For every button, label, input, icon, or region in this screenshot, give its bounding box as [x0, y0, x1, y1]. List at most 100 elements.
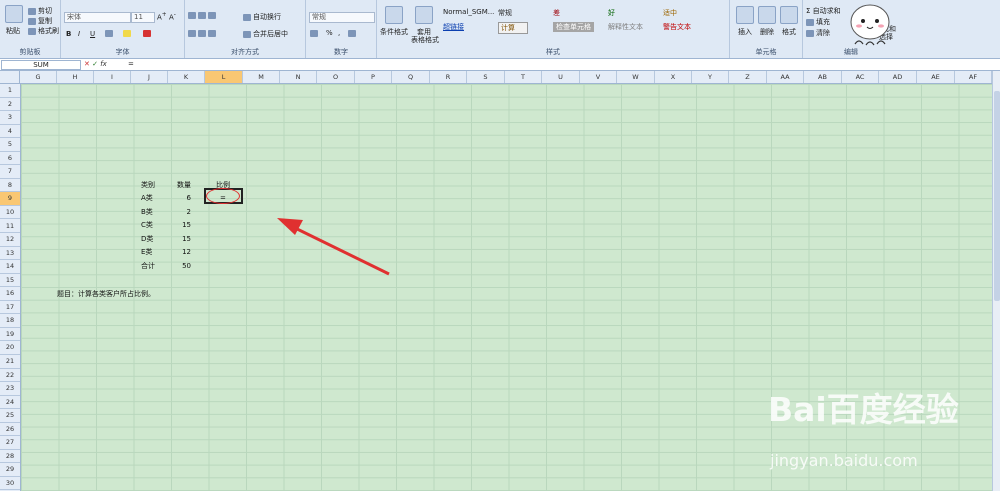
column-header-R[interactable]: R — [430, 71, 467, 83]
paste-icon[interactable] — [5, 5, 23, 23]
row-header-3[interactable]: 3 — [0, 111, 20, 125]
column-header-K[interactable]: K — [168, 71, 205, 83]
conditional-format-icon[interactable] — [385, 6, 403, 24]
formula-input[interactable]: = — [128, 59, 134, 70]
column-header-AC[interactable]: AC — [842, 71, 879, 83]
table-format-icon[interactable] — [415, 6, 433, 24]
column-header-G[interactable]: G — [20, 71, 57, 83]
row-header-19[interactable]: 19 — [0, 328, 20, 342]
font-color-button[interactable] — [143, 29, 153, 37]
merge-center-button[interactable]: 合并后居中 — [243, 29, 288, 39]
align-top-button[interactable] — [188, 11, 218, 19]
table-format-button-line2[interactable]: 表格格式 — [411, 35, 439, 45]
row-header-9[interactable]: 9 — [0, 192, 20, 206]
cell-style-option[interactable]: 差 — [553, 8, 560, 18]
cell-style-option[interactable]: 计算 — [498, 22, 528, 34]
format-button[interactable]: 格式 — [782, 27, 796, 37]
column-header-AF[interactable]: AF — [955, 71, 992, 83]
row-header-23[interactable]: 23 — [0, 382, 20, 396]
row-header-17[interactable]: 17 — [0, 301, 20, 315]
font-name-select[interactable]: 宋体 — [64, 12, 131, 23]
clear-button[interactable]: 清除 — [806, 28, 830, 38]
align-left-button[interactable] — [188, 29, 218, 37]
cell-style-option[interactable]: 警告文本 — [663, 22, 691, 32]
row-header-15[interactable]: 15 — [0, 274, 20, 288]
delete-button[interactable]: 删除 — [760, 27, 774, 37]
conditional-format-button[interactable]: 条件格式 — [380, 27, 408, 37]
column-header-L[interactable]: L — [205, 71, 243, 83]
scrollbar-thumb[interactable] — [994, 91, 1000, 301]
comma-button[interactable]: , — [338, 29, 340, 37]
column-header-AB[interactable]: AB — [804, 71, 842, 83]
row-header-7[interactable]: 7 — [0, 165, 20, 179]
row-header-2[interactable]: 2 — [0, 98, 20, 112]
font-size-select[interactable]: 11 — [131, 12, 155, 23]
column-header-Q[interactable]: Q — [392, 71, 430, 83]
row-header-5[interactable]: 5 — [0, 138, 20, 152]
row-header-11[interactable]: 11 — [0, 220, 20, 234]
row-header-6[interactable]: 6 — [0, 152, 20, 166]
row-header-28[interactable]: 28 — [0, 450, 20, 464]
column-header-AA[interactable]: AA — [767, 71, 804, 83]
cell-style-option[interactable]: 适中 — [663, 8, 677, 18]
insert-button[interactable]: 插入 — [738, 27, 752, 37]
cell-style-option[interactable]: 超链接 — [443, 22, 464, 32]
column-header-W[interactable]: W — [617, 71, 655, 83]
fill-color-button[interactable] — [123, 29, 133, 37]
cell-style-option[interactable]: 好 — [608, 8, 615, 18]
autosum-button[interactable]: Σ 自动求和 — [806, 6, 841, 16]
column-header-M[interactable]: M — [243, 71, 280, 83]
cut-button[interactable]: 剪切 — [28, 6, 52, 16]
delete-icon[interactable] — [758, 6, 776, 24]
number-format-select[interactable]: 常规 — [309, 12, 375, 23]
row-header-25[interactable]: 25 — [0, 409, 20, 423]
row-header-18[interactable]: 18 — [0, 314, 20, 328]
column-header-U[interactable]: U — [542, 71, 580, 83]
column-header-X[interactable]: X — [655, 71, 692, 83]
format-icon[interactable] — [780, 6, 798, 24]
percent-button[interactable]: % — [326, 29, 333, 37]
column-header-Y[interactable]: Y — [692, 71, 729, 83]
vertical-scrollbar[interactable] — [992, 71, 1000, 491]
column-header-I[interactable]: I — [94, 71, 131, 83]
row-header-13[interactable]: 13 — [0, 247, 20, 261]
row-header-14[interactable]: 14 — [0, 260, 20, 274]
border-button[interactable] — [105, 29, 115, 37]
column-header-O[interactable]: O — [317, 71, 355, 83]
row-header-27[interactable]: 27 — [0, 436, 20, 450]
cell-style-option[interactable]: 解释性文本 — [608, 22, 643, 32]
grow-font-button[interactable]: A+ — [157, 12, 167, 21]
name-box[interactable]: SUM — [1, 60, 81, 70]
copy-button[interactable]: 复制 — [28, 16, 52, 26]
insert-icon[interactable] — [736, 6, 754, 24]
cell-style-option[interactable]: 常规 — [498, 8, 512, 18]
column-header-P[interactable]: P — [355, 71, 392, 83]
column-header-J[interactable]: J — [131, 71, 168, 83]
row-header-8[interactable]: 8 — [0, 179, 20, 193]
column-header-T[interactable]: T — [505, 71, 542, 83]
row-header-26[interactable]: 26 — [0, 423, 20, 437]
wrap-text-button[interactable]: 自动换行 — [243, 12, 281, 22]
column-header-H[interactable]: H — [57, 71, 94, 83]
column-header-AD[interactable]: AD — [879, 71, 917, 83]
enter-icon[interactable]: ✓ — [92, 60, 98, 68]
row-header-21[interactable]: 21 — [0, 355, 20, 369]
row-header-20[interactable]: 20 — [0, 341, 20, 355]
cell-style-option[interactable]: Normal_SGM... — [443, 8, 494, 16]
decimal-button[interactable] — [348, 29, 358, 37]
italic-button[interactable]: I — [78, 30, 80, 38]
shrink-font-button[interactable]: A- — [169, 12, 176, 21]
row-header-16[interactable]: 16 — [0, 287, 20, 301]
row-header-1[interactable]: 1 — [0, 84, 20, 98]
column-header-N[interactable]: N — [280, 71, 317, 83]
row-header-10[interactable]: 10 — [0, 206, 20, 220]
underline-button[interactable]: U — [90, 30, 95, 38]
column-header-AE[interactable]: AE — [917, 71, 955, 83]
row-header-24[interactable]: 24 — [0, 396, 20, 410]
cancel-icon[interactable]: ✕ — [84, 60, 90, 68]
format-painter-button[interactable]: 格式刷 — [28, 26, 59, 36]
column-header-V[interactable]: V — [580, 71, 617, 83]
paste-button[interactable]: 粘贴 — [6, 26, 20, 36]
bold-button[interactable]: B — [66, 30, 71, 38]
row-header-4[interactable]: 4 — [0, 125, 20, 139]
